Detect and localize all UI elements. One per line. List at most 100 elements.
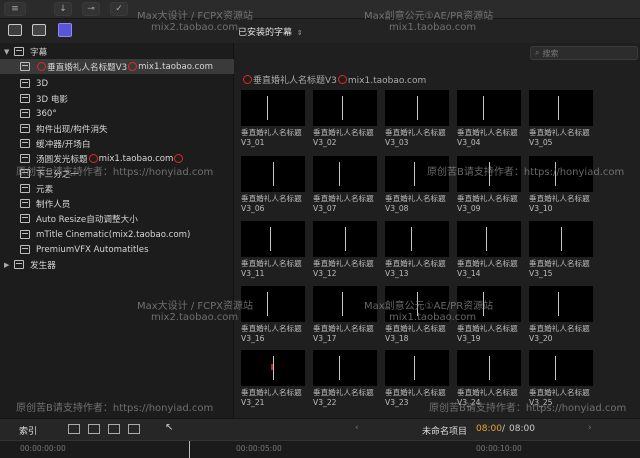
sidebar-item-suffix: mix1.taobao.com bbox=[138, 61, 213, 72]
title-version: V3_22 bbox=[313, 397, 337, 407]
checkmark-icon: ✓ bbox=[115, 4, 123, 14]
title-thumbnail[interactable] bbox=[457, 350, 521, 386]
title-thumbnail[interactable] bbox=[529, 156, 593, 192]
title-thumbnail[interactable] bbox=[385, 350, 449, 386]
vertical-text-preview bbox=[267, 292, 268, 316]
title-version: V3_06 bbox=[241, 203, 265, 213]
title-thumbnail[interactable] bbox=[241, 90, 305, 126]
title-version: V3_01 bbox=[241, 137, 265, 147]
vertical-text-preview bbox=[339, 356, 340, 380]
insert-clip-icon[interactable] bbox=[108, 424, 120, 434]
titles-generators-icon[interactable] bbox=[58, 23, 72, 37]
title-thumbnail[interactable] bbox=[529, 90, 593, 126]
title-thumbnail[interactable] bbox=[457, 156, 521, 192]
folder-film-icon bbox=[20, 154, 30, 163]
group-title: 垂直婚礼人名标题V3 bbox=[253, 76, 337, 86]
vertical-text-preview bbox=[414, 356, 415, 380]
vertical-text-preview bbox=[489, 356, 490, 380]
title-thumbnail[interactable] bbox=[385, 221, 449, 257]
title-label: 垂直婚礼人名标题 V3_07 bbox=[313, 194, 383, 213]
time-separator: / bbox=[502, 424, 506, 434]
title-name: 垂直婚礼人名标题 bbox=[241, 324, 302, 333]
title-thumbnail[interactable] bbox=[385, 286, 449, 322]
clip-appearance-icon[interactable] bbox=[68, 424, 80, 434]
vertical-text-preview bbox=[489, 162, 490, 186]
folder-film-icon bbox=[20, 79, 30, 88]
sidebar-item[interactable]: PremiumVFX Automatitles bbox=[0, 242, 234, 257]
index-button[interactable]: 索引 bbox=[19, 424, 37, 437]
sidebar-item[interactable]: 汤圆发光标题 mix1.taobao.com bbox=[0, 151, 234, 166]
sidebar-item[interactable]: 3D 电影 bbox=[0, 91, 234, 106]
photos-audio-icon[interactable] bbox=[32, 24, 46, 36]
title-thumbnail[interactable] bbox=[457, 221, 521, 257]
title-thumbnail[interactable] bbox=[313, 156, 377, 192]
key-icon: ⊸ bbox=[87, 4, 95, 14]
sidebar-item[interactable]: 下三分之一 bbox=[0, 166, 234, 181]
import-button[interactable]: ↓ bbox=[54, 2, 72, 16]
search-input[interactable]: ⌕ 搜索 bbox=[530, 46, 638, 60]
title-label: 垂直婚礼人名标题 V3_13 bbox=[385, 259, 455, 278]
title-label: 垂直婚礼人名标题 V3_03 bbox=[385, 128, 455, 147]
sidebar-item[interactable]: 元素 bbox=[0, 181, 234, 196]
select-tool-icon[interactable]: ↖ bbox=[165, 422, 173, 433]
title-name: 垂直婚礼人名标题 bbox=[457, 388, 518, 397]
title-name: 垂直婚礼人名标题 bbox=[529, 259, 590, 268]
title-thumbnail[interactable] bbox=[241, 350, 305, 386]
sidebar-item[interactable]: 3D bbox=[0, 76, 234, 91]
playhead[interactable] bbox=[189, 441, 190, 458]
title-version: V3_14 bbox=[457, 268, 481, 278]
timecode-tick: 00:00:05:00 bbox=[236, 444, 282, 453]
back-arrow-icon[interactable]: ‹ bbox=[355, 423, 359, 433]
title-thumbnail[interactable] bbox=[313, 350, 377, 386]
sidebar-item[interactable]: 缓冲器/开场白 bbox=[0, 136, 234, 151]
chevron-updown-icon: ⇕ bbox=[296, 29, 303, 37]
title-label: 垂直婚礼人名标题 V3_20 bbox=[529, 324, 599, 343]
title-thumbnail[interactable] bbox=[241, 286, 305, 322]
forward-arrow-icon[interactable]: › bbox=[588, 423, 592, 433]
libraries-icon[interactable] bbox=[8, 24, 22, 36]
red-circle-icon bbox=[243, 75, 252, 84]
menu-icon: ≡ bbox=[11, 4, 19, 14]
title-version: V3_17 bbox=[313, 333, 337, 343]
title-name: 垂直婚礼人名标题 bbox=[313, 259, 374, 268]
title-name: 垂直婚礼人名标题 bbox=[241, 128, 302, 137]
installed-titles-filter[interactable]: 已安装的字幕 ⇕ bbox=[238, 25, 303, 38]
sidebar-item[interactable]: mTitle Cinematic(mix2.taobao.com) bbox=[0, 227, 234, 242]
keyword-button[interactable]: ⊸ bbox=[82, 2, 100, 16]
title-thumbnail[interactable] bbox=[313, 90, 377, 126]
title-thumbnail[interactable] bbox=[313, 286, 377, 322]
title-label: 垂直婚礼人名标题 V3_23 bbox=[385, 388, 455, 407]
title-thumbnail[interactable] bbox=[529, 286, 593, 322]
title-name: 垂直婚礼人名标题 bbox=[313, 324, 374, 333]
sidebar-category[interactable]: ▶ 发生器 bbox=[0, 257, 234, 272]
timeline-ruler[interactable]: 00:00:00:00 00:00:05:00 00:00:10:00 bbox=[0, 440, 640, 458]
title-thumbnail[interactable] bbox=[457, 90, 521, 126]
title-thumbnail[interactable] bbox=[385, 156, 449, 192]
folder-film-icon bbox=[20, 139, 30, 148]
sidebar-item[interactable]: 垂直婚礼人名标题V3 mix1.taobao.com bbox=[0, 59, 234, 74]
title-thumbnail[interactable] bbox=[385, 90, 449, 126]
title-thumbnail[interactable] bbox=[241, 156, 305, 192]
disclosure-closed-icon[interactable]: ▶ bbox=[4, 261, 12, 269]
sidebar-item[interactable]: 构件出现/构件消失 bbox=[0, 121, 234, 136]
title-thumbnail[interactable] bbox=[313, 221, 377, 257]
title-name: 垂直婚礼人名标题 bbox=[241, 388, 302, 397]
keyword-menu-button[interactable]: ≡ bbox=[4, 2, 26, 16]
vertical-text-preview bbox=[411, 227, 412, 251]
title-version: V3_19 bbox=[457, 333, 481, 343]
sidebar-category[interactable]: ▼ 字幕 bbox=[0, 44, 234, 59]
sidebar-item[interactable]: 360° bbox=[0, 106, 234, 121]
sidebar-item[interactable]: 制作人员 bbox=[0, 196, 234, 211]
title-thumbnail[interactable] bbox=[529, 221, 593, 257]
title-name: 垂直婚礼人名标题 bbox=[529, 194, 590, 203]
vertical-text-preview bbox=[345, 227, 346, 251]
sidebar-item-label: mTitle Cinematic(mix2.taobao.com) bbox=[36, 229, 191, 240]
disclosure-open-icon[interactable]: ▼ bbox=[4, 48, 12, 56]
title-thumbnail[interactable] bbox=[457, 286, 521, 322]
sidebar-item[interactable]: Auto Resize自动调整大小 bbox=[0, 211, 234, 226]
background-tasks-button[interactable]: ✓ bbox=[110, 2, 128, 16]
title-thumbnail[interactable] bbox=[241, 221, 305, 257]
connect-clip-icon[interactable] bbox=[88, 424, 100, 434]
title-thumbnail[interactable] bbox=[529, 350, 593, 386]
overwrite-clip-icon[interactable] bbox=[128, 424, 140, 434]
